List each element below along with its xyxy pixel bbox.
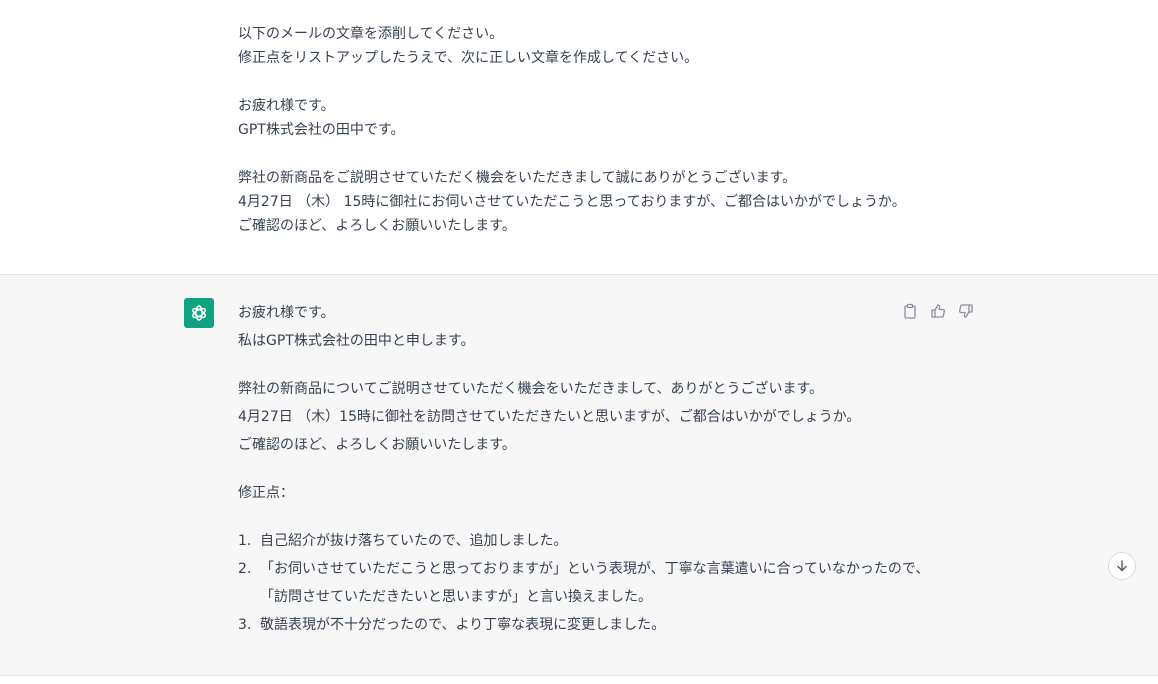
- correction-list-item: 1. 自己紹介が抜け落ちていたので、追加しました。: [238, 531, 567, 551]
- message-actions: [900, 301, 976, 321]
- user-message: 以下のメールの文章を添削してください。 修正点をリストアップしたうえで、次に正し…: [0, 0, 1158, 275]
- correction-list-item: 2. 「お伺いさせていただこうと思っておりますが」という表現が、丁寧な言葉遣いに合…: [238, 559, 929, 579]
- scroll-to-bottom-button[interactable]: [1108, 552, 1136, 580]
- copy-button[interactable]: [900, 301, 920, 321]
- thumbs-down-button[interactable]: [956, 301, 976, 321]
- list-text: 「お伺いさせていただこうと思っておりますが」という表現が、丁寧な言葉遣いに合って…: [260, 561, 930, 577]
- list-text: 敬語表現が不十分だったので、より丁寧な表現に変更しました。: [260, 617, 666, 633]
- clipboard-icon: [904, 303, 916, 319]
- assistant-avatar: [184, 298, 214, 328]
- user-message-line: 修正点をリストアップしたうえで、次に正しい文章を作成してください。: [238, 50, 699, 66]
- thumbs-down-icon: [959, 304, 973, 318]
- list-text: 「訪問させていただきたいと思いますが」と言い換えました。: [260, 589, 652, 605]
- list-number: 3.: [238, 617, 252, 633]
- assistant-message-line: 弊社の新商品についてご説明させていただく機会をいただきまして、ありがとうございま…: [238, 381, 824, 397]
- list-text: 自己紹介が抜け落ちていたので、追加しました。: [260, 533, 568, 549]
- page-bottom: [0, 676, 1158, 684]
- thumbs-up-icon: [931, 304, 945, 318]
- user-message-line: 4月27日 （木） 15時に御社にお伺いさせていただこうと思っておりますが、ご都…: [238, 194, 906, 210]
- list-number: 1.: [238, 533, 252, 549]
- correction-heading: 修正点：: [238, 485, 294, 501]
- openai-logo-icon: [192, 305, 206, 321]
- assistant-message-line: ご確認のほど、よろしくお願いいたします。: [238, 437, 516, 453]
- list-number: 2.: [238, 561, 252, 577]
- thumbs-up-button[interactable]: [928, 301, 948, 321]
- user-message-line: お疲れ様です。: [238, 98, 335, 114]
- assistant-message-line: お疲れ様です。: [238, 305, 335, 321]
- assistant-message-line: 私はGPT株式会社の田中と申します。: [238, 333, 475, 349]
- user-message-line: 弊社の新商品をご説明させていただく機会をいただきまして誠にありがとうございます。: [238, 170, 797, 186]
- user-message-line: GPT株式会社の田中です。: [238, 122, 405, 138]
- user-message-line: 以下のメールの文章を添削してください。: [238, 26, 504, 42]
- correction-list-item: 3. 敬語表現が不十分だったので、より丁寧な表現に変更しました。: [238, 615, 665, 635]
- arrow-down-icon: [1117, 560, 1127, 572]
- correction-list-item: 「訪問させていただきたいと思いますが」と言い換えました。: [238, 587, 652, 607]
- assistant-message-line: 4月27日 （木）15時に御社を訪問させていただきたいと思いますが、ご都合はいか…: [238, 409, 861, 425]
- user-message-line: ご確認のほど、よろしくお願いいたします。: [238, 218, 516, 234]
